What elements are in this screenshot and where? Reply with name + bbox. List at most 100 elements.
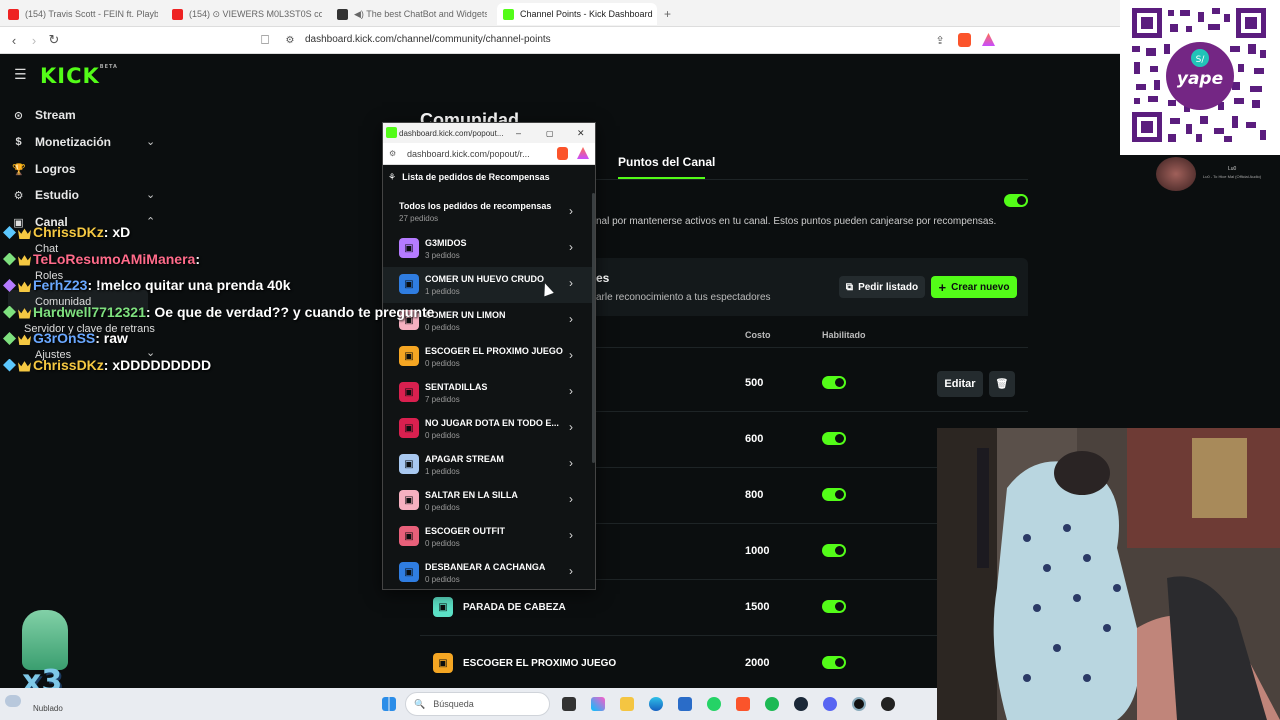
task-view-icon[interactable] — [562, 697, 576, 711]
reward-enabled-toggle[interactable] — [822, 600, 846, 613]
chevron-up-icon[interactable]: ⌃ — [146, 215, 155, 228]
reward-enabled-toggle[interactable] — [822, 544, 846, 557]
reward-cost: 600 — [745, 433, 764, 445]
copilot-icon[interactable] — [591, 697, 605, 711]
sidebar-item-achievements[interactable]: 🏆 Logros — [12, 162, 76, 176]
share-icon[interactable]: ⇪ — [930, 34, 950, 47]
reward-request-item[interactable]: ▣ DESBANEAR A CACHANGA 0 pedidos › — [383, 555, 595, 589]
kick-icon — [503, 8, 514, 20]
reward-cost: 500 — [745, 377, 764, 389]
sidebar-item-monetization[interactable]: $ Monetización — [12, 135, 111, 149]
back-icon[interactable]: ‹ — [4, 33, 24, 48]
discord-icon[interactable] — [823, 697, 837, 711]
reward-count: 7 pedidos — [425, 395, 460, 404]
site-settings-icon[interactable]: ⚙ — [280, 35, 300, 46]
file-explorer-icon[interactable] — [620, 697, 634, 711]
obs-icon[interactable] — [852, 697, 866, 711]
brave-rewards-icon[interactable] — [577, 147, 589, 159]
brave-rewards-icon[interactable] — [982, 33, 995, 46]
reward-name: DESBANEAR A CACHANGA — [425, 562, 546, 572]
menu-icon[interactable]: ☰ — [14, 66, 27, 83]
reward-name: APAGAR STREAM — [425, 454, 504, 464]
request-list-button[interactable]: ⧉ Pedir listado — [839, 276, 925, 298]
browser-tab[interactable]: ◀) The best ChatBot and Widgets fo — [337, 3, 487, 25]
close-icon[interactable]: ✕ — [577, 128, 585, 139]
reward-cost: 2000 — [745, 657, 770, 669]
reward-request-item[interactable]: ▣ SALTAR EN LA SILLA 0 pedidos › — [383, 483, 595, 519]
browser-tab[interactable]: (154) ⊙ VIEWERS M0L3ST0S con SIO — [172, 3, 322, 25]
studio-icon: ⚙ — [13, 189, 24, 202]
chat-message: FerhZ23: !melco quitar una prenda 40k — [3, 277, 291, 293]
steam-icon[interactable] — [794, 697, 808, 711]
gift-icon: ▣ — [399, 526, 419, 546]
app-icon[interactable] — [881, 697, 895, 711]
browser-tab-active[interactable]: Channel Points - Kick Dashboard ✕ — [497, 3, 657, 25]
reward-name: COMER UN LIMON — [425, 310, 506, 320]
reward-name: SALTAR EN LA SILLA — [425, 490, 518, 500]
reward-name: SENTADILLAS — [425, 382, 488, 392]
chat-username: TeLoResumoAMiManera — [33, 250, 196, 267]
forward-icon[interactable]: › — [24, 33, 44, 48]
reward-request-item[interactable]: ▣ SENTADILLAS 7 pedidos › — [383, 375, 595, 411]
sidebar-item-studio[interactable]: ⚙ Estudio — [12, 188, 79, 202]
chevron-right-icon: › — [569, 492, 573, 506]
brave-icon[interactable] — [736, 697, 750, 711]
browser-tab[interactable]: (154) Travis Scott - FEIN ft. Playboi Ca — [8, 3, 158, 25]
reward-cost: 1500 — [745, 601, 770, 613]
reward-count: 0 pedidos — [425, 323, 460, 332]
reward-enabled-toggle[interactable] — [822, 376, 846, 389]
reward-request-item[interactable]: ▣ APAGAR STREAM 1 pedidos › — [383, 447, 595, 483]
brave-shield-icon[interactable] — [958, 33, 971, 47]
chat-badge-icon — [3, 305, 16, 319]
column-cost: Costo — [745, 330, 771, 340]
crown-icon — [18, 334, 31, 345]
delete-icon[interactable]: 🗑 — [989, 371, 1015, 397]
chat-badge-icon — [3, 252, 16, 266]
edit-button[interactable]: Editar — [937, 371, 983, 397]
edge-icon[interactable] — [649, 697, 663, 711]
minimize-icon[interactable]: – — [516, 128, 521, 138]
taskbar-search[interactable]: 🔍 Búsqueda — [405, 692, 550, 716]
kick-logo[interactable]: KICKBETA — [40, 64, 118, 88]
popup-url-bar[interactable]: ⚙ dashboard.kick.com/popout/r... — [383, 143, 595, 165]
bookmark-icon[interactable]: ⎕ — [255, 32, 275, 48]
reward-request-item[interactable]: ▣ NO JUGAR DOTA EN TODO E... 0 pedidos › — [383, 411, 595, 447]
new-tab-button[interactable]: + — [664, 3, 676, 25]
reward-enabled-toggle[interactable] — [822, 656, 846, 669]
tab-title: (154) Travis Scott - FEIN ft. Playboi Ca — [25, 9, 158, 19]
tab-channel-points[interactable]: Puntos del Canal — [618, 155, 715, 169]
chevron-down-icon[interactable]: ⌄ — [146, 135, 155, 148]
chevron-down-icon[interactable]: ⌄ — [146, 188, 155, 201]
brave-shield-icon[interactable] — [557, 147, 568, 160]
reward-request-item[interactable]: ▣ ESCOGER OUTFIT 0 pedidos › — [383, 519, 595, 555]
reward-request-item[interactable]: ▣ G3MIDOS 3 pedidos › — [383, 231, 595, 267]
chat-text: : xD — [103, 224, 131, 240]
gift-icon: ▣ — [399, 418, 419, 438]
now-playing-avatar — [1156, 157, 1196, 191]
reward-enabled-toggle[interactable] — [822, 488, 846, 501]
trophy-icon: 🏆 — [12, 163, 26, 176]
popup-scrollbar[interactable] — [592, 193, 595, 463]
create-new-button[interactable]: + Crear nuevo — [931, 276, 1017, 298]
svg-text:yape: yape — [1177, 69, 1223, 89]
youtube-icon — [172, 8, 183, 20]
maximize-icon[interactable]: ▢ — [546, 129, 554, 138]
external-link-icon: ⧉ — [845, 281, 854, 293]
chevron-right-icon: › — [569, 204, 573, 218]
reward-count: 3 pedidos — [425, 251, 460, 260]
spotify-icon[interactable] — [765, 697, 779, 711]
chevron-right-icon: › — [569, 348, 573, 362]
channel-points-toggle[interactable] — [1004, 194, 1028, 207]
chevron-right-icon: › — [569, 312, 573, 326]
store-icon[interactable] — [678, 697, 692, 711]
reward-request-item[interactable]: ▣ ESCOGER EL PROXIMO JUEGO 0 pedidos › — [383, 339, 595, 375]
all-requests-item[interactable]: Todos los pedidos de recompensas 27 pedi… — [383, 195, 595, 231]
reward-request-item[interactable]: ▣ COMER UN HUEVO CRUDO 1 pedidos › — [383, 267, 595, 303]
url-field[interactable]: dashboard.kick.com/channel/community/cha… — [305, 34, 551, 45]
windows-start-icon[interactable] — [382, 697, 396, 711]
reward-enabled-toggle[interactable] — [822, 432, 846, 445]
whatsapp-icon[interactable] — [707, 697, 721, 711]
reload-icon[interactable]: ↻ — [44, 32, 64, 48]
sidebar-item-stream[interactable]: ⊙ Stream — [12, 108, 76, 122]
reward-name: NO JUGAR DOTA EN TODO E... — [425, 418, 559, 428]
